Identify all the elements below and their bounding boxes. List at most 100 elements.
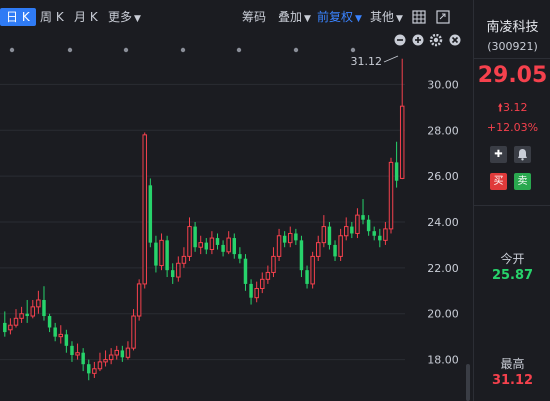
y-tick-label: 28.00 [427,124,459,137]
candle-body [165,240,169,271]
quote-sidebar: 南凌科技 (300921) 29.05 🠙3.12 +12.03% ✚ 买 卖 … [473,0,550,401]
candle-body [232,238,237,255]
tab-day-k[interactable]: 日 K [0,8,36,26]
plus-icon: ✚ [494,149,503,160]
sell-button[interactable]: 卖 [514,173,531,190]
candle-body [338,235,343,257]
y-tick-label: 20.00 [427,308,459,321]
tab-month-k[interactable]: 月 K [74,8,98,26]
candle-body [114,349,119,356]
close-icon[interactable] [449,34,461,46]
candle-body [170,270,175,278]
event-marker-dot [293,47,299,53]
chevron-down-icon: ▼ [396,14,403,24]
candlestick-chart[interactable]: 30.00 28.00 26.00 24.00 22.00 20.00 18.00 31.1… [0,34,472,401]
price-alert-button[interactable] [514,146,531,163]
candle-body [361,215,365,220]
gear-icon[interactable] [429,34,443,47]
candle-body [58,333,64,338]
y-axis-labels: 30.00 28.00 26.00 24.00 22.00 20.00 18.00 [427,78,459,366]
y-tick-label: 24.00 [427,216,459,229]
candle-body [47,316,52,328]
y-tick-label: 30.00 [427,78,459,91]
candle-body [209,237,215,251]
candle-body [221,244,225,252]
event-marker-dot [67,47,73,53]
candle-body [154,242,158,266]
candle-body [142,134,147,285]
y-tick-label: 22.00 [427,262,459,275]
candle-body [316,242,321,257]
tab-more[interactable]: 更多 ▼ [108,8,141,26]
event-marker-dot [123,47,129,53]
candle-body [75,352,80,356]
candle-body [282,235,287,243]
fullscreen-icon[interactable] [436,10,450,24]
other-menu[interactable]: 其他 ▼ [370,8,403,26]
grid-layout-icon[interactable] [412,10,426,24]
add-watchlist-button[interactable]: ✚ [490,146,507,163]
candle-body [70,345,74,356]
candle-body [350,226,354,234]
bell-icon [518,149,527,161]
divider [474,205,550,206]
overlay-button[interactable]: 叠加 ▼ [278,8,311,26]
zoom-out-icon[interactable] [394,34,406,46]
chip-distribution-button[interactable]: 筹码 [242,8,266,26]
buy-button[interactable]: 买 [490,173,507,190]
candle-body [366,219,371,232]
event-marker-dot [236,47,242,53]
candle-body [87,364,91,374]
candle-body [299,240,304,271]
candle-body [243,258,248,284]
candle-body [136,283,142,317]
candle-body [92,368,97,374]
candle-body [103,359,108,363]
candle-body [19,313,24,319]
candle-body [193,226,197,248]
last-price: 29.05 [477,63,548,88]
divider [474,58,550,59]
candle-body [64,334,69,346]
candle-body [25,313,29,317]
candles [3,58,405,381]
candle-body [321,226,327,244]
candle-body [13,317,19,326]
candle-body [3,322,7,333]
price-change: 🠙3.12 [474,99,550,118]
stock-code: (300921) [487,40,538,53]
candle-body [355,214,360,234]
candle-body [310,255,315,285]
candle-body [36,299,41,308]
candle-body [327,226,332,245]
chart-controls [394,34,461,47]
adjust-select[interactable]: 前复权 ▼ [317,8,362,26]
candle-body [81,352,85,365]
zoom-in-icon[interactable] [412,34,424,46]
candle-body [120,350,125,358]
candle-body [30,306,36,317]
candle-body [181,255,187,264]
high-price-annotation: 31.12 [351,55,383,68]
candle-body [176,262,181,278]
candle-body [159,239,164,267]
candle-body [378,235,382,241]
y-tick-label: 26.00 [427,170,459,183]
event-marker-dot [350,47,356,53]
overlay-label: 叠加 [278,10,303,24]
price-change-percent: +12.03% [486,121,539,134]
candle-body [271,255,276,273]
candle-body [394,162,399,181]
chart-grid [0,83,405,361]
candle-body [97,361,103,370]
scrollbar[interactable] [466,364,470,401]
chevron-down-icon: ▼ [304,14,311,24]
candle-body [288,232,293,244]
candle-body [131,315,136,349]
event-marker-dot [9,47,15,53]
candle-body [148,185,153,243]
candle-body [399,105,405,179]
tab-week-k[interactable]: 周 K [40,8,64,26]
candle-body [8,324,13,331]
candle-body [238,254,242,259]
